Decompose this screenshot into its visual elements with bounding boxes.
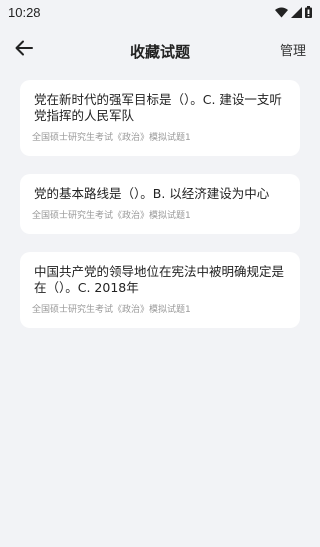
wifi-icon: [275, 7, 288, 18]
question-text: 党在新时代的强军目标是（）。C. 建设一支听党指挥的人民军队: [34, 92, 282, 123]
page-title: 收藏试题: [129, 42, 190, 61]
battery-icon: [305, 6, 312, 18]
manage-button[interactable]: 管理: [280, 40, 306, 59]
question-source: 全国硕士研究生考试《政治》模拟试题1: [32, 211, 191, 221]
question-text: 党的基本路线是（）。B. 以经济建设为中心: [34, 186, 270, 201]
status-bar: 10:28: [0, 0, 320, 24]
arrow-left-icon: [15, 40, 33, 60]
app-header: 收藏试题 管理: [0, 24, 320, 78]
status-icons: [275, 6, 312, 18]
question-source: 全国硕士研究生考试《政治》模拟试题1: [32, 133, 191, 143]
status-time: 10:28: [8, 4, 41, 20]
question-card[interactable]: 中国共产党的领导地位在宪法中被明确规定是在（）。C. 2018年 全国硕士研究生…: [20, 252, 300, 328]
back-button[interactable]: [12, 38, 36, 62]
question-card[interactable]: 党在新时代的强军目标是（）。C. 建设一支听党指挥的人民军队 全国硕士研究生考试…: [20, 80, 300, 156]
question-card[interactable]: 党的基本路线是（）。B. 以经济建设为中心 全国硕士研究生考试《政治》模拟试题1: [20, 174, 300, 234]
question-text: 中国共产党的领导地位在宪法中被明确规定是在（）。C. 2018年: [34, 264, 285, 295]
favorite-question-list: 党在新时代的强军目标是（）。C. 建设一支听党指挥的人民军队 全国硕士研究生考试…: [0, 78, 320, 328]
signal-icon: [291, 6, 302, 18]
question-source: 全国硕士研究生考试《政治》模拟试题1: [32, 305, 191, 315]
